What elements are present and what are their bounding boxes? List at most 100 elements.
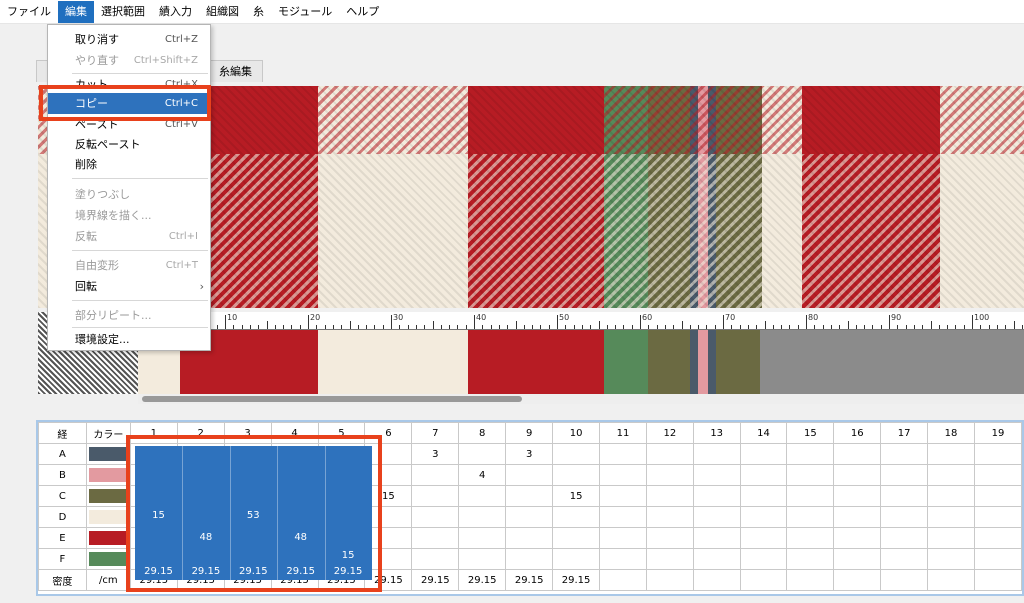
table-cell[interactable] [927, 506, 975, 528]
table-cell[interactable] [880, 443, 929, 465]
table-cell[interactable] [645, 464, 694, 486]
table-cell[interactable] [786, 485, 835, 507]
column-header[interactable]: 17 [880, 422, 929, 444]
column-header[interactable]: 1 [129, 422, 178, 444]
color-swatch[interactable] [89, 510, 128, 524]
color-swatch[interactable] [89, 447, 128, 461]
density-cell[interactable] [786, 569, 835, 591]
menu-item-preferences[interactable]: 環境設定... [48, 329, 210, 350]
table-cell[interactable]: 3 [411, 443, 460, 465]
color-swatch[interactable] [89, 489, 128, 503]
density-cell[interactable] [599, 569, 647, 591]
menu-file[interactable]: ファイル [0, 1, 58, 23]
column-header[interactable]: 19 [973, 422, 1023, 444]
tab-yarn-edit[interactable]: 糸編集 [208, 60, 263, 82]
row-color-swatch[interactable] [85, 443, 131, 465]
table-cell[interactable] [505, 464, 554, 486]
table-cell[interactable] [645, 443, 694, 465]
table-cell[interactable] [739, 443, 788, 465]
menu-help[interactable]: ヘルプ [339, 1, 386, 23]
table-cell[interactable] [599, 443, 647, 465]
color-swatch[interactable] [89, 531, 128, 545]
menu-edit[interactable]: 編集 [58, 0, 94, 23]
menu-item-delete[interactable]: 削除 [48, 154, 210, 175]
column-header[interactable]: 13 [692, 422, 741, 444]
warp-color-bars[interactable] [138, 330, 1024, 394]
row-color-swatch[interactable] [85, 527, 131, 549]
table-cell[interactable] [505, 485, 554, 507]
column-header[interactable]: 15 [786, 422, 835, 444]
table-cell[interactable] [880, 485, 929, 507]
table-cell[interactable] [833, 443, 882, 465]
density-cell[interactable] [833, 569, 882, 591]
menu-item-undo[interactable]: 取り消す Ctrl+Z [48, 29, 210, 50]
table-cell[interactable] [973, 548, 1023, 570]
row-color-swatch[interactable] [85, 506, 131, 528]
table-cell[interactable] [599, 527, 647, 549]
table-cell[interactable] [599, 485, 647, 507]
table-cell[interactable] [927, 485, 975, 507]
table-cell[interactable] [505, 506, 554, 528]
menu-item-reverse-paste[interactable]: 反転ペースト [48, 134, 210, 155]
table-cell[interactable] [599, 506, 647, 528]
density-cell[interactable] [692, 569, 741, 591]
menu-item-rotate[interactable]: 回転 › [48, 276, 210, 297]
table-cell[interactable] [552, 443, 601, 465]
density-cell[interactable]: 29.15 [411, 569, 460, 591]
table-cell[interactable] [927, 443, 975, 465]
table-cell[interactable] [833, 548, 882, 570]
table-cell[interactable] [411, 464, 460, 486]
menu-module[interactable]: モジュール [271, 1, 339, 23]
density-cell[interactable] [927, 569, 975, 591]
table-cell[interactable] [973, 506, 1023, 528]
table-cell[interactable]: 15 [552, 485, 601, 507]
menu-item-cut[interactable]: カット Ctrl+X [48, 74, 210, 95]
column-header[interactable]: 3 [223, 422, 272, 444]
table-cell[interactable] [973, 527, 1023, 549]
table-cell[interactable] [927, 464, 975, 486]
table-cell[interactable] [411, 527, 460, 549]
table-cell[interactable] [411, 506, 460, 528]
table-cell[interactable] [599, 464, 647, 486]
table-cell[interactable] [645, 527, 694, 549]
table-cell[interactable] [833, 464, 882, 486]
column-header[interactable]: 14 [739, 422, 788, 444]
table-cell[interactable] [692, 548, 741, 570]
table-cell[interactable] [927, 527, 975, 549]
row-color-swatch[interactable] [85, 485, 131, 507]
column-header[interactable]: 9 [505, 422, 554, 444]
table-cell[interactable] [880, 548, 929, 570]
table-cell[interactable] [552, 506, 601, 528]
density-cell[interactable]: 29.15 [458, 569, 507, 591]
table-cell[interactable] [505, 527, 554, 549]
selected-range[interactable]: 15 53 48 48 15 29.15 29.15 29.15 29.15 29.15 [135, 446, 372, 580]
menu-yarn[interactable]: 糸 [246, 1, 271, 23]
column-header[interactable]: 16 [833, 422, 882, 444]
density-cell[interactable] [645, 569, 694, 591]
column-header[interactable]: 8 [458, 422, 507, 444]
table-cell[interactable] [645, 485, 694, 507]
column-header[interactable]: 6 [364, 422, 413, 444]
horizontal-scrollbar[interactable] [138, 394, 1024, 404]
table-cell[interactable] [739, 527, 788, 549]
table-cell[interactable] [552, 464, 601, 486]
column-header[interactable]: 11 [599, 422, 647, 444]
density-cell[interactable] [973, 569, 1023, 591]
table-cell[interactable] [973, 485, 1023, 507]
column-header[interactable]: 10 [552, 422, 601, 444]
menu-item-partial-repeat[interactable]: 部分リピート... [48, 305, 210, 326]
table-cell[interactable] [458, 548, 507, 570]
table-cell[interactable] [411, 548, 460, 570]
table-cell[interactable] [692, 485, 741, 507]
menu-item-redo[interactable]: やり直す Ctrl+Shift+Z [48, 50, 210, 71]
table-cell[interactable] [505, 548, 554, 570]
table-cell[interactable] [692, 464, 741, 486]
density-cell[interactable] [739, 569, 788, 591]
table-cell[interactable] [833, 506, 882, 528]
table-cell[interactable] [973, 443, 1023, 465]
table-cell[interactable] [880, 464, 929, 486]
density-cell[interactable]: 29.15 [505, 569, 554, 591]
table-cell[interactable] [833, 485, 882, 507]
table-cell[interactable] [739, 548, 788, 570]
row-color-swatch[interactable] [85, 464, 131, 486]
